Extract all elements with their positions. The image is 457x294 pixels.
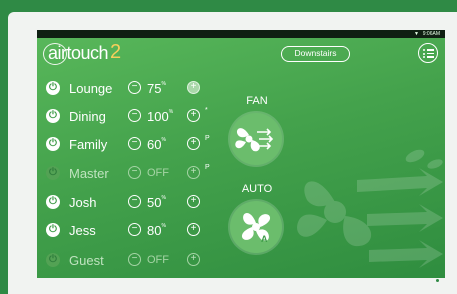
power-icon[interactable]: ⏻ <box>46 137 60 151</box>
zone-name: Dining <box>69 109 106 124</box>
tablet-screen: ▼ 9:06AM airtouch 2 Downstairs ⏻ Lounge … <box>37 30 445 278</box>
power-icon[interactable]: ⏻ <box>46 109 60 123</box>
plus-icon[interactable]: + <box>187 195 200 208</box>
power-icon[interactable]: ⏻ <box>46 223 60 237</box>
plus-icon[interactable]: + <box>187 223 200 236</box>
zone-name: Family <box>69 137 108 152</box>
zone-value: OFF <box>147 254 169 266</box>
zone-name: Lounge <box>69 81 113 96</box>
zone-value: 80% <box>147 223 166 238</box>
minus-icon[interactable]: − <box>128 195 141 208</box>
plus-icon[interactable]: + <box>187 81 200 94</box>
zone-name: Josh <box>69 195 97 210</box>
menu-button[interactable] <box>418 43 438 63</box>
logo-version: 2 <box>110 41 121 63</box>
minus-icon[interactable]: − <box>128 81 141 94</box>
minus-icon[interactable]: − <box>128 137 141 150</box>
plus-icon[interactable]: + <box>187 137 200 150</box>
fan-speed-button[interactable]: A <box>230 201 282 253</box>
zone-value: OFF <box>147 167 169 179</box>
fan-mode-button[interactable] <box>230 113 282 165</box>
status-bar: ▼ 9:06AM <box>37 30 445 38</box>
fan-mode-icon <box>235 128 274 152</box>
zone-tag: P <box>205 135 210 142</box>
zone-row-dining: ⏻ Dining − 100% + * <box>37 107 237 127</box>
status-time: 9:06AM <box>422 31 440 37</box>
plus-icon[interactable]: + <box>187 166 200 179</box>
power-icon[interactable]: ⏻ <box>46 253 60 267</box>
auto-fan-icon: A <box>241 212 271 244</box>
wifi-icon: ▼ <box>414 31 419 37</box>
fan-mode-label: FAN <box>246 95 268 107</box>
power-icon[interactable]: ⏻ <box>46 166 60 180</box>
logo-text: airtouch <box>48 43 109 63</box>
minus-icon[interactable]: − <box>128 109 141 122</box>
zone-row-josh: ⏻ Josh − 50% + <box>37 193 237 213</box>
zone-name: Guest <box>69 253 104 268</box>
minus-icon[interactable]: − <box>128 166 141 179</box>
background-fan-art <box>297 149 443 268</box>
auto-badge: A <box>261 234 268 244</box>
zone-value: 75% <box>147 81 166 96</box>
power-icon[interactable]: ⏻ <box>46 81 60 95</box>
zone-row-guest: ⏻ Guest − OFF + <box>37 251 237 271</box>
zone-name: Master <box>69 166 109 181</box>
zone-value: 50% <box>147 195 166 210</box>
auto-mode-label: AUTO <box>241 183 273 195</box>
zone-row-family: ⏻ Family − 60% + P <box>37 135 237 155</box>
zone-row-jess: ⏻ Jess − 80% + <box>37 221 237 241</box>
minus-icon[interactable]: − <box>128 253 141 266</box>
power-icon[interactable]: ⏻ <box>46 195 60 209</box>
zone-row-lounge: ⏻ Lounge − 75% + <box>37 79 237 99</box>
plus-icon[interactable]: + <box>187 109 200 122</box>
minus-icon[interactable]: − <box>128 223 141 236</box>
zone-tag: P <box>205 164 210 171</box>
zone-value: 60% <box>147 137 166 152</box>
zone-row-master: ⏻ Master − OFF + P <box>37 164 237 184</box>
plus-icon[interactable]: + <box>187 253 200 266</box>
zone-group-button[interactable]: Downstairs <box>281 46 350 62</box>
zone-tag: * <box>205 107 208 114</box>
zone-name: Jess <box>69 223 96 238</box>
zone-value: 100% <box>147 109 174 124</box>
frame-dot <box>436 279 439 282</box>
